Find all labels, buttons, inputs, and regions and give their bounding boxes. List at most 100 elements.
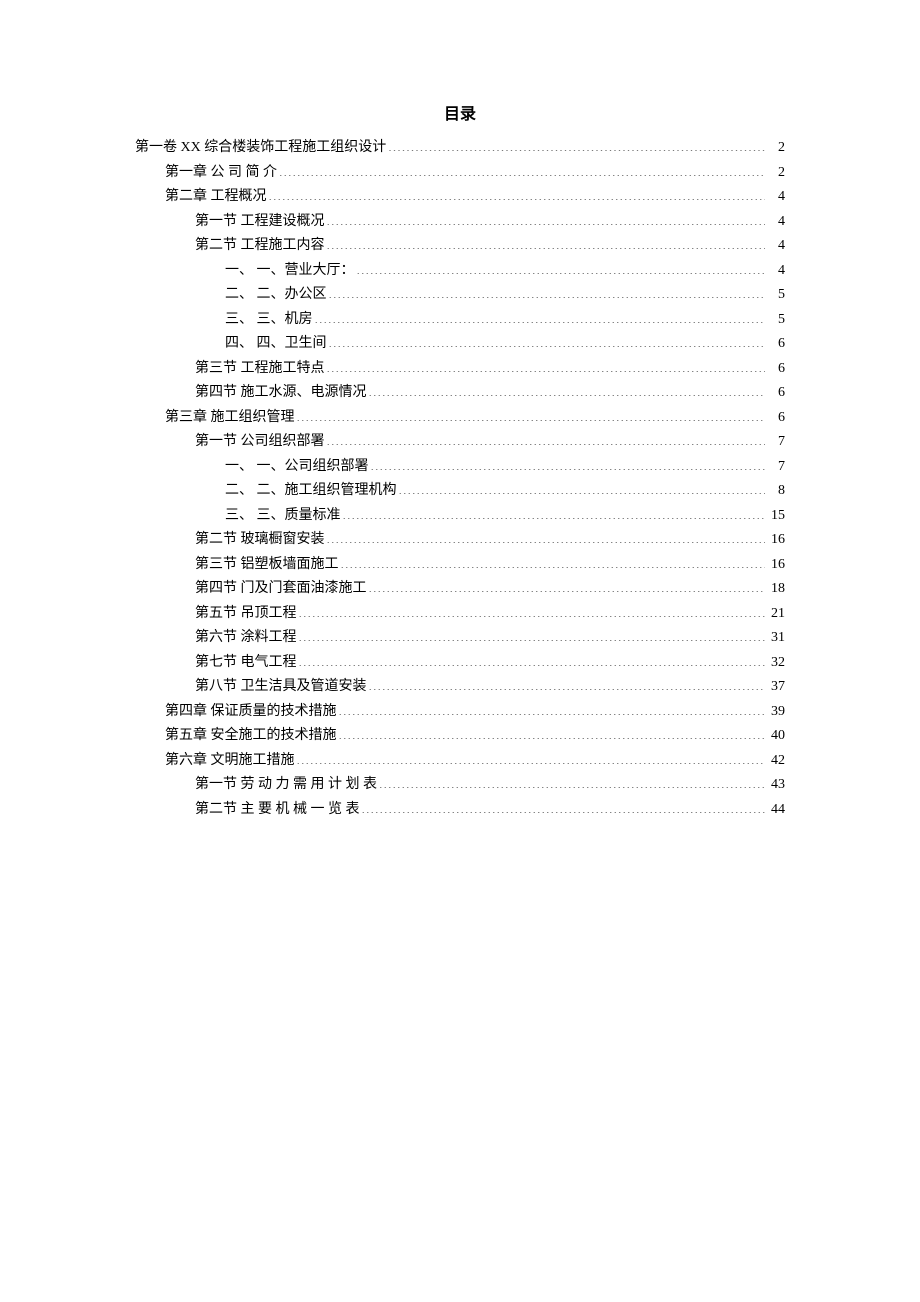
toc-leader-dots [327, 431, 766, 445]
toc-entry: 第六节 涂料工程 31 [135, 626, 785, 651]
toc-entry-page: 6 [767, 332, 785, 357]
toc-entry-page: 4 [767, 259, 785, 284]
toc-entry-label: 四、 四、卫生间 [225, 332, 327, 357]
toc-leader-dots [339, 725, 766, 739]
toc-entry-page: 4 [767, 234, 785, 259]
toc-entry-page: 6 [767, 381, 785, 406]
toc-entry: 第一节 劳 动 力 需 用 计 划 表 43 [135, 773, 785, 798]
toc-entry-page: 31 [767, 626, 785, 651]
toc-entry: 第二节 主 要 机 械 一 览 表 44 [135, 798, 785, 823]
toc-entry: 第一节 工程建设概况 4 [135, 210, 785, 235]
toc-entry-label: 第四节 施工水源、电源情况 [195, 381, 367, 406]
toc-leader-dots [279, 162, 765, 176]
toc-leader-dots [369, 578, 766, 592]
toc-leader-dots [297, 407, 766, 421]
toc-entry-label: 第一节 工程建设概况 [195, 210, 325, 235]
toc-entry: 一、 一、公司组织部署 7 [135, 455, 785, 480]
toc-leader-dots [327, 211, 766, 225]
toc-entry-label: 第三节 工程施工特点 [195, 357, 325, 382]
toc-entry: 第三章 施工组织管理6 [135, 406, 785, 431]
toc-entry: 第三节 铝塑板墙面施工 16 [135, 553, 785, 578]
toc-leader-dots [369, 676, 766, 690]
toc-leader-dots [327, 235, 766, 249]
toc-entry-page: 44 [767, 798, 785, 823]
toc-leader-dots [379, 774, 765, 788]
toc-leader-dots [343, 505, 766, 519]
toc-entry-label: 第三节 铝塑板墙面施工 [195, 553, 339, 578]
toc-leader-dots [362, 799, 766, 813]
toc-leader-dots [369, 382, 766, 396]
toc-entry-label: 第二节 玻璃橱窗安装 [195, 528, 325, 553]
toc-entry-page: 7 [767, 430, 785, 455]
toc-entry: 第六章 文明施工措施 42 [135, 749, 785, 774]
toc-entry-page: 39 [767, 700, 785, 725]
toc-entry-page: 8 [767, 479, 785, 504]
toc-entry-label: 二、 二、施工组织管理机构 [225, 479, 397, 504]
toc-entry-page: 40 [767, 724, 785, 749]
toc-entry-label: 二、 二、办公区 [225, 283, 327, 308]
toc-entry-page: 5 [767, 308, 785, 333]
toc-title: 目录 [135, 100, 785, 124]
toc-entry-page: 43 [767, 773, 785, 798]
toc-entry-label: 第二章 工程概况 [165, 185, 267, 210]
toc-leader-dots [371, 456, 766, 470]
toc-entry-page: 16 [767, 528, 785, 553]
toc-entry-page: 18 [767, 577, 785, 602]
toc-leader-dots [299, 603, 766, 617]
toc-entry-page: 2 [767, 161, 785, 186]
toc-entry: 二、 二、施工组织管理机构 8 [135, 479, 785, 504]
toc-entry: 第七节 电气工程32 [135, 651, 785, 676]
toc-entry-page: 21 [767, 602, 785, 627]
toc-entry-label: 第六章 文明施工措施 [165, 749, 295, 774]
toc-leader-dots [327, 529, 766, 543]
toc-entry-page: 6 [767, 406, 785, 431]
toc-leader-dots [341, 554, 766, 568]
toc-leader-dots [297, 750, 766, 764]
toc-entry-label: 第二节 工程施工内容 [195, 234, 325, 259]
toc-leader-dots [399, 480, 766, 494]
toc-entry-label: 第一节 劳 动 力 需 用 计 划 表 [195, 773, 377, 798]
toc-entry-label: 第四章 保证质量的技术措施 [165, 700, 337, 725]
toc-entry: 四、 四、卫生间 6 [135, 332, 785, 357]
toc-entry: 三、 三、机房 5 [135, 308, 785, 333]
toc-entry-label: 第六节 涂料工程 [195, 626, 297, 651]
toc-entry: 第一节 公司组织部署7 [135, 430, 785, 455]
toc-entry: 二、 二、办公区 5 [135, 283, 785, 308]
toc-entry-label: 第四节 门及门套面油漆施工 [195, 577, 367, 602]
toc-leader-dots [329, 284, 766, 298]
toc-entry-page: 4 [767, 185, 785, 210]
toc-entry-label: 第一卷 XX 综合楼装饰工程施工组织设计 [135, 136, 386, 161]
toc-entry: 第二章 工程概况 4 [135, 185, 785, 210]
toc-entry-page: 7 [767, 455, 785, 480]
toc-entry: 第五章 安全施工的技术措施 40 [135, 724, 785, 749]
toc-entry: 第一章 公 司 简 介2 [135, 161, 785, 186]
toc-entry-label: 一、 一、公司组织部署 [225, 455, 369, 480]
toc-entry-page: 32 [767, 651, 785, 676]
toc-entry-page: 5 [767, 283, 785, 308]
toc-entry: 第三节 工程施工特点 6 [135, 357, 785, 382]
toc-leader-dots [357, 260, 766, 274]
toc-entry-page: 6 [767, 357, 785, 382]
toc-entry-label: 一、 一、营业大厅： [225, 259, 355, 284]
toc-entry-page: 2 [767, 136, 785, 161]
toc-leader-dots [299, 627, 766, 641]
toc-entry: 一、 一、营业大厅： 4 [135, 259, 785, 284]
toc-entry-page: 16 [767, 553, 785, 578]
toc-entry-page: 4 [767, 210, 785, 235]
toc-entry-page: 42 [767, 749, 785, 774]
toc-entry: 第四章 保证质量的技术措施 39 [135, 700, 785, 725]
toc-entry-label: 第五章 安全施工的技术措施 [165, 724, 337, 749]
toc-leader-dots [269, 186, 766, 200]
toc-entry: 第一卷 XX 综合楼装饰工程施工组织设计 2 [135, 136, 785, 161]
toc-entry-label: 第五节 吊顶工程 [195, 602, 297, 627]
toc-entry: 第四节 施工水源、电源情况 6 [135, 381, 785, 406]
toc-leader-dots [388, 137, 765, 151]
toc-entry: 第二节 玻璃橱窗安装 16 [135, 528, 785, 553]
toc-entry-label: 三、 三、机房 [225, 308, 313, 333]
toc-entry-page: 37 [767, 675, 785, 700]
toc-entry-label: 第二节 主 要 机 械 一 览 表 [195, 798, 360, 823]
toc-leader-dots [339, 701, 766, 715]
toc-entry-page: 15 [767, 504, 785, 529]
toc-entry-label: 第八节 卫生洁具及管道安装 [195, 675, 367, 700]
toc-leader-dots [327, 358, 766, 372]
